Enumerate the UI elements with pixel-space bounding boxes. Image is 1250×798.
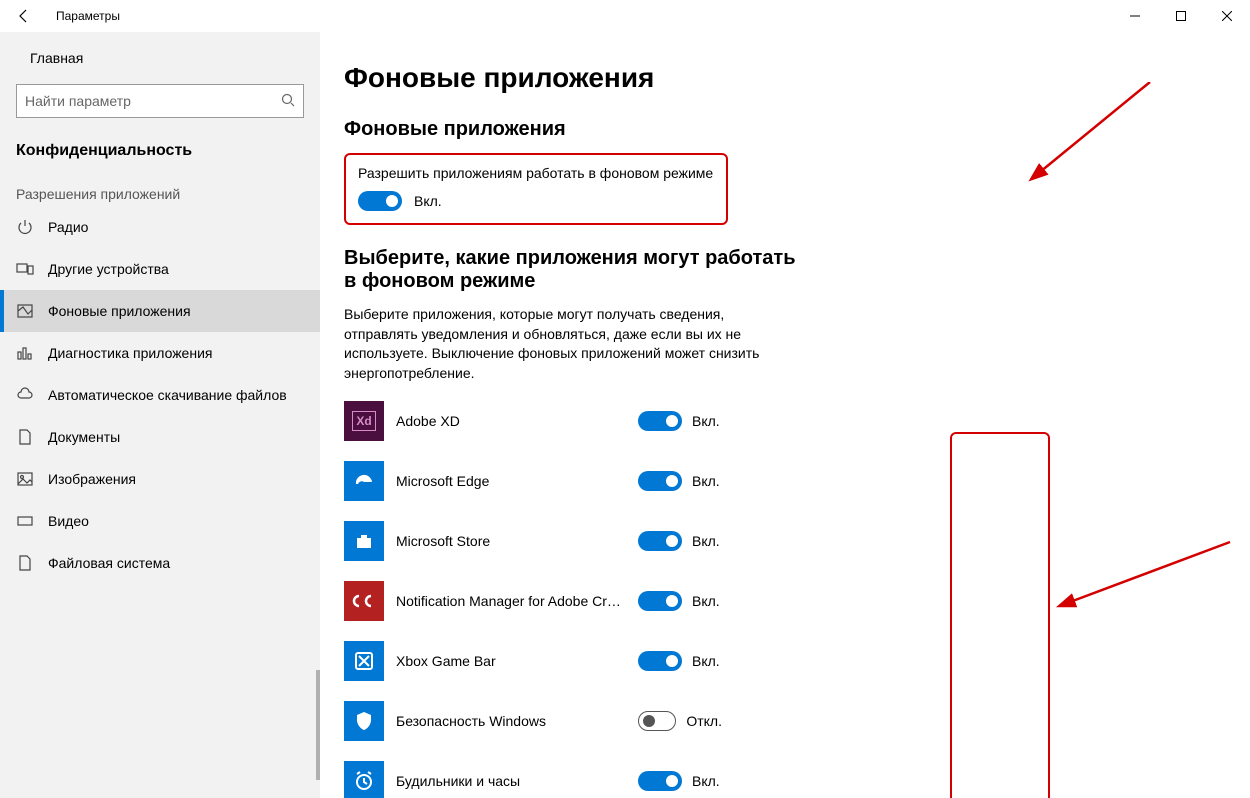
minimize-button[interactable]	[1112, 0, 1158, 32]
app-toggle-state: Вкл.	[692, 653, 720, 669]
sidebar-item-label: Видео	[48, 513, 89, 529]
master-toggle-label: Разрешить приложениям работать в фоновом…	[358, 165, 714, 181]
app-name: Notification Manager for Adobe Cre...	[396, 593, 626, 609]
app-name: Безопасность Windows	[396, 713, 626, 729]
app-name: Xbox Game Bar	[396, 653, 626, 669]
section-heading-2: Выберите, какие приложения могут работат…	[344, 247, 804, 293]
section-heading-1: Фоновые приложения	[344, 118, 1226, 141]
titlebar: Параметры	[0, 0, 1250, 32]
app-name: Microsoft Store	[396, 533, 626, 549]
app-row: Будильники и часы Вкл.	[344, 761, 1226, 798]
app-icon	[344, 641, 384, 681]
window-controls	[1112, 0, 1250, 32]
app-toggle-state: Вкл.	[692, 533, 720, 549]
sidebar-item-cloud[interactable]: Автоматическое скачивание файлов	[0, 374, 320, 416]
back-button[interactable]	[8, 0, 40, 32]
sidebar-item-label: Файловая система	[48, 555, 170, 571]
sidebar-item-label: Документы	[48, 429, 120, 445]
app-icon: Xd	[344, 401, 384, 441]
app-toggle[interactable]	[638, 771, 682, 791]
app-icon	[344, 461, 384, 501]
app-toggle-state: Вкл.	[692, 593, 720, 609]
devices-icon	[16, 260, 34, 278]
app-toggle[interactable]	[638, 651, 682, 671]
sidebar-scrollbar[interactable]	[316, 670, 320, 780]
cloud-icon	[16, 386, 34, 404]
image-icon	[16, 470, 34, 488]
sidebar-item-diagnostics[interactable]: Диагностика приложения	[0, 332, 320, 374]
app-row: Xbox Game Bar Вкл.	[344, 641, 1226, 681]
sidebar-item-document[interactable]: Документы	[0, 416, 320, 458]
filesystem-icon	[16, 554, 34, 572]
app-row: Microsoft Store Вкл.	[344, 521, 1226, 561]
app-toggle[interactable]	[638, 471, 682, 491]
search-input-wrap[interactable]	[16, 84, 304, 118]
sidebar: Главная Конфиденциальность Разрешения пр…	[0, 32, 320, 798]
app-toggle-state: Вкл.	[692, 473, 720, 489]
home-label: Главная	[30, 50, 83, 66]
sidebar-item-video[interactable]: Видео	[0, 500, 320, 542]
app-icon	[344, 521, 384, 561]
app-row: Notification Manager for Adobe Cre... Вкл…	[344, 581, 1226, 621]
app-icon	[344, 761, 384, 798]
home-nav[interactable]: Главная	[0, 40, 320, 76]
sidebar-item-label: Изображения	[48, 471, 136, 487]
window-title: Параметры	[56, 9, 120, 23]
close-button[interactable]	[1204, 0, 1250, 32]
radio-icon	[16, 218, 34, 236]
app-toggle[interactable]	[638, 411, 682, 431]
master-toggle-state: Вкл.	[414, 193, 442, 209]
sidebar-section: Конфиденциальность	[0, 132, 320, 170]
app-list: XdAdobe XDВкл.Microsoft EdgeВкл.Microsof…	[344, 401, 1226, 798]
app-toggle[interactable]	[638, 711, 676, 731]
app-row: Безопасность Windows Откл.	[344, 701, 1226, 741]
sidebar-item-image[interactable]: Изображения	[0, 458, 320, 500]
sidebar-item-devices[interactable]: Другие устройства	[0, 248, 320, 290]
background-icon	[16, 302, 34, 320]
sidebar-item-radio[interactable]: Радио	[0, 206, 320, 248]
sidebar-item-label: Автоматическое скачивание файлов	[48, 387, 287, 403]
sidebar-item-label: Диагностика приложения	[48, 345, 212, 361]
sidebar-item-label: Другие устройства	[48, 261, 169, 277]
app-toggle-state: Откл.	[686, 713, 722, 729]
app-name: Будильники и часы	[396, 773, 626, 789]
master-toggle[interactable]	[358, 191, 402, 211]
document-icon	[16, 428, 34, 446]
page-title: Фоновые приложения	[344, 62, 1226, 94]
sidebar-item-background[interactable]: Фоновые приложения	[0, 290, 320, 332]
app-name: Adobe XD	[396, 413, 626, 429]
content: Фоновые приложения Фоновые приложения Ра…	[320, 32, 1250, 798]
app-icon	[344, 581, 384, 621]
app-toggle-state: Вкл.	[692, 413, 720, 429]
sidebar-item-filesystem[interactable]: Файловая система	[0, 542, 320, 584]
app-row: Xd Adobe XD Вкл.	[344, 401, 1226, 441]
master-toggle-block: Разрешить приложениям работать в фоновом…	[344, 153, 728, 225]
search-input[interactable]	[25, 93, 295, 109]
maximize-button[interactable]	[1158, 0, 1204, 32]
sidebar-item-label: Фоновые приложения	[48, 303, 191, 319]
app-toggle[interactable]	[638, 591, 682, 611]
app-toggle[interactable]	[638, 531, 682, 551]
sidebar-item-label: Радио	[48, 219, 88, 235]
app-toggle-state: Вкл.	[692, 773, 720, 789]
app-name: Microsoft Edge	[396, 473, 626, 489]
sidebar-perm-section: Разрешения приложений	[0, 170, 320, 206]
diagnostics-icon	[16, 344, 34, 362]
app-icon	[344, 701, 384, 741]
app-row: Microsoft Edge Вкл.	[344, 461, 1226, 501]
section2-desc: Выберите приложения, которые могут получ…	[344, 305, 784, 383]
search-icon	[281, 93, 295, 110]
video-icon	[16, 512, 34, 530]
